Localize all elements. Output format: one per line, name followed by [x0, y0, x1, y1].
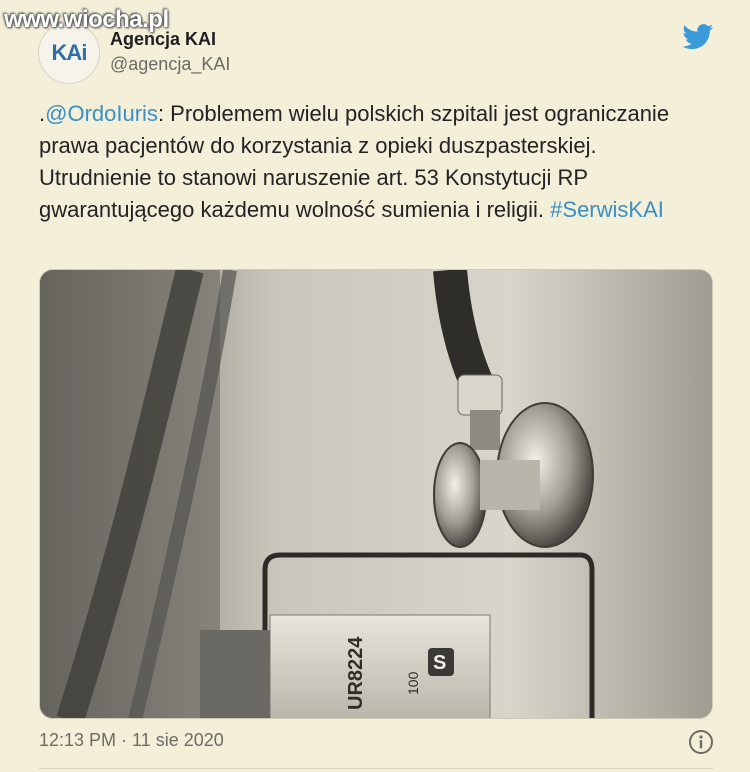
tweet-card: www.wiocha.pl KAi Agencja KAI @agencja_K… [0, 0, 750, 772]
tweet-media-image[interactable]: UR8224 S 100 [39, 269, 713, 719]
tweet-timestamp[interactable]: 12:13 PM · 11 sie 2020 [39, 730, 224, 751]
author-handle[interactable]: @agencja_KAI [110, 54, 230, 75]
box-label-count: 100 [405, 671, 421, 695]
avatar-logo: KAi [51, 40, 88, 65]
stethoscope-photo: UR8224 S 100 [40, 270, 712, 718]
info-icon[interactable] [688, 729, 714, 755]
box-label-letter: S [433, 652, 446, 674]
twitter-bird-icon[interactable] [682, 24, 714, 50]
divider [39, 768, 713, 769]
mention-link[interactable]: @OrdoIuris [45, 101, 158, 126]
tweet-text: .@OrdoIuris: Problemem wielu polskich sz… [39, 98, 709, 226]
box-label-code: UR8224 [345, 636, 367, 710]
hashtag-link[interactable]: #SerwisKAI [550, 197, 664, 222]
watermark: www.wiocha.pl [4, 6, 169, 33]
